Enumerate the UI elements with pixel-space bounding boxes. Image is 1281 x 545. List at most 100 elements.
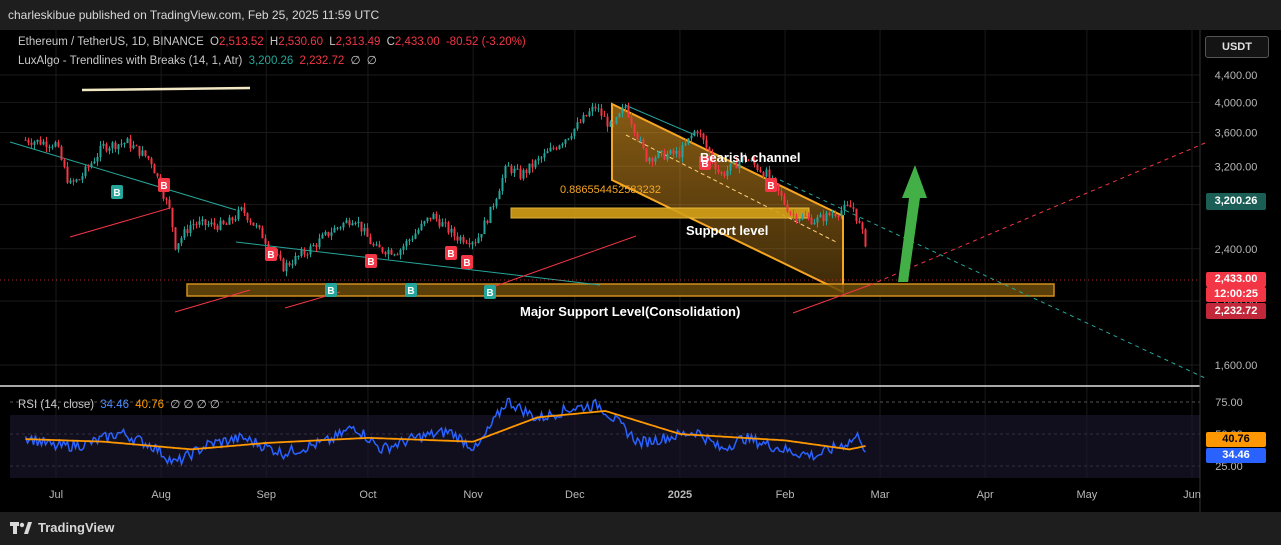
candle <box>606 116 609 127</box>
candle <box>510 165 513 174</box>
candle <box>264 238 267 244</box>
candle <box>465 242 468 244</box>
rsi-ma-tag: 40.76 <box>1206 432 1266 447</box>
candle <box>408 239 411 241</box>
candle <box>282 258 285 272</box>
drawn-line <box>81 86 251 92</box>
candle <box>387 249 390 255</box>
candle <box>705 139 708 148</box>
x-tick-label: Mar <box>871 489 890 501</box>
candle <box>633 124 636 134</box>
currency-button[interactable]: USDT <box>1205 36 1269 58</box>
candle <box>504 166 507 179</box>
candle <box>312 244 315 247</box>
candle <box>114 142 117 150</box>
candle <box>414 233 417 239</box>
candle <box>318 238 321 248</box>
candle <box>834 214 837 216</box>
candle <box>651 158 654 162</box>
indicator-legend[interactable]: LuxAlgo - Trendlines with Breaks (14, 1,… <box>18 53 380 67</box>
candle <box>522 170 525 179</box>
candle <box>825 212 828 222</box>
candle <box>261 227 264 239</box>
candle <box>285 262 288 272</box>
candle <box>108 148 111 151</box>
candle <box>420 223 423 230</box>
x-tick-label: Sep <box>256 489 276 501</box>
svg-text:B: B <box>327 286 334 297</box>
candle <box>147 156 150 159</box>
lower-trend-tag: 2,232.72 <box>1206 303 1266 319</box>
candle <box>459 236 462 241</box>
candle <box>240 207 243 210</box>
candle <box>246 213 249 221</box>
candle <box>78 179 81 181</box>
sell-break-badge: B <box>445 246 457 260</box>
bearish-channel-label: Bearish channel <box>700 150 800 165</box>
candle <box>396 254 399 256</box>
candle <box>831 214 834 216</box>
candle <box>222 220 225 224</box>
buy-break-badge: B <box>325 283 337 297</box>
symbol-name: Ethereum / TetherUS, 1D, BINANCE <box>18 36 204 48</box>
candle <box>42 141 45 145</box>
candle <box>150 158 153 165</box>
candle <box>279 254 282 259</box>
svg-text:B: B <box>486 288 493 299</box>
candle <box>660 150 663 153</box>
candle <box>237 209 240 220</box>
up-arrow-icon <box>898 165 927 282</box>
candle <box>462 236 465 243</box>
trendline-red-1 <box>69 207 171 238</box>
candle <box>519 168 522 179</box>
candle <box>639 139 642 141</box>
rsi-legend[interactable]: RSI (14, close) 34.46 40.76 ∅ ∅ ∅ ∅ <box>18 397 223 411</box>
candle <box>144 150 147 157</box>
candle <box>201 219 204 222</box>
tradingview-logo[interactable]: TradingView <box>10 520 114 535</box>
candle <box>30 142 33 145</box>
candle <box>618 113 621 118</box>
candle <box>861 222 864 230</box>
rsi-ma-value: 40.76 <box>135 399 165 411</box>
chart-area[interactable]: BBBBBBBBBBB 1,600.002,000.002,400.002,80… <box>0 30 1281 512</box>
candle <box>516 168 519 170</box>
candle <box>795 215 798 222</box>
candle <box>45 141 48 148</box>
candle <box>546 151 549 154</box>
symbol-legend[interactable]: Ethereum / TetherUS, 1D, BINANCE O2,513.… <box>18 36 529 48</box>
time-axis: Jul Aug Sep Oct Nov Dec 2025 Feb Mar Apr May Jun <box>49 489 1201 501</box>
candle <box>801 215 804 220</box>
candle <box>768 169 771 178</box>
candle <box>669 150 672 154</box>
low-value: 2,313.49 <box>335 36 381 48</box>
y-tick-label: 4,400.00 <box>1215 70 1258 82</box>
candle <box>717 169 720 173</box>
candle <box>780 190 783 196</box>
candle <box>213 222 216 226</box>
candle <box>96 156 99 162</box>
candle <box>540 157 543 159</box>
candle <box>75 179 78 182</box>
candle <box>81 176 84 180</box>
candle <box>39 139 42 145</box>
candle <box>174 227 177 250</box>
candle <box>786 204 789 212</box>
candle <box>309 246 312 255</box>
candle <box>216 225 219 230</box>
fib-label: 0.886554452583232 <box>560 184 661 196</box>
svg-text:B: B <box>407 286 414 297</box>
low-label: L <box>329 36 336 48</box>
candle <box>120 143 123 145</box>
svg-text:B: B <box>160 181 167 192</box>
candle <box>525 170 528 174</box>
candle <box>447 222 450 233</box>
candle <box>687 138 690 144</box>
candle <box>570 136 573 139</box>
candle <box>552 147 555 149</box>
candle <box>432 213 435 220</box>
candle <box>33 141 36 145</box>
candle <box>378 244 381 248</box>
upper-trend-tag: 3,200.26 <box>1206 193 1266 210</box>
candle <box>675 150 678 154</box>
